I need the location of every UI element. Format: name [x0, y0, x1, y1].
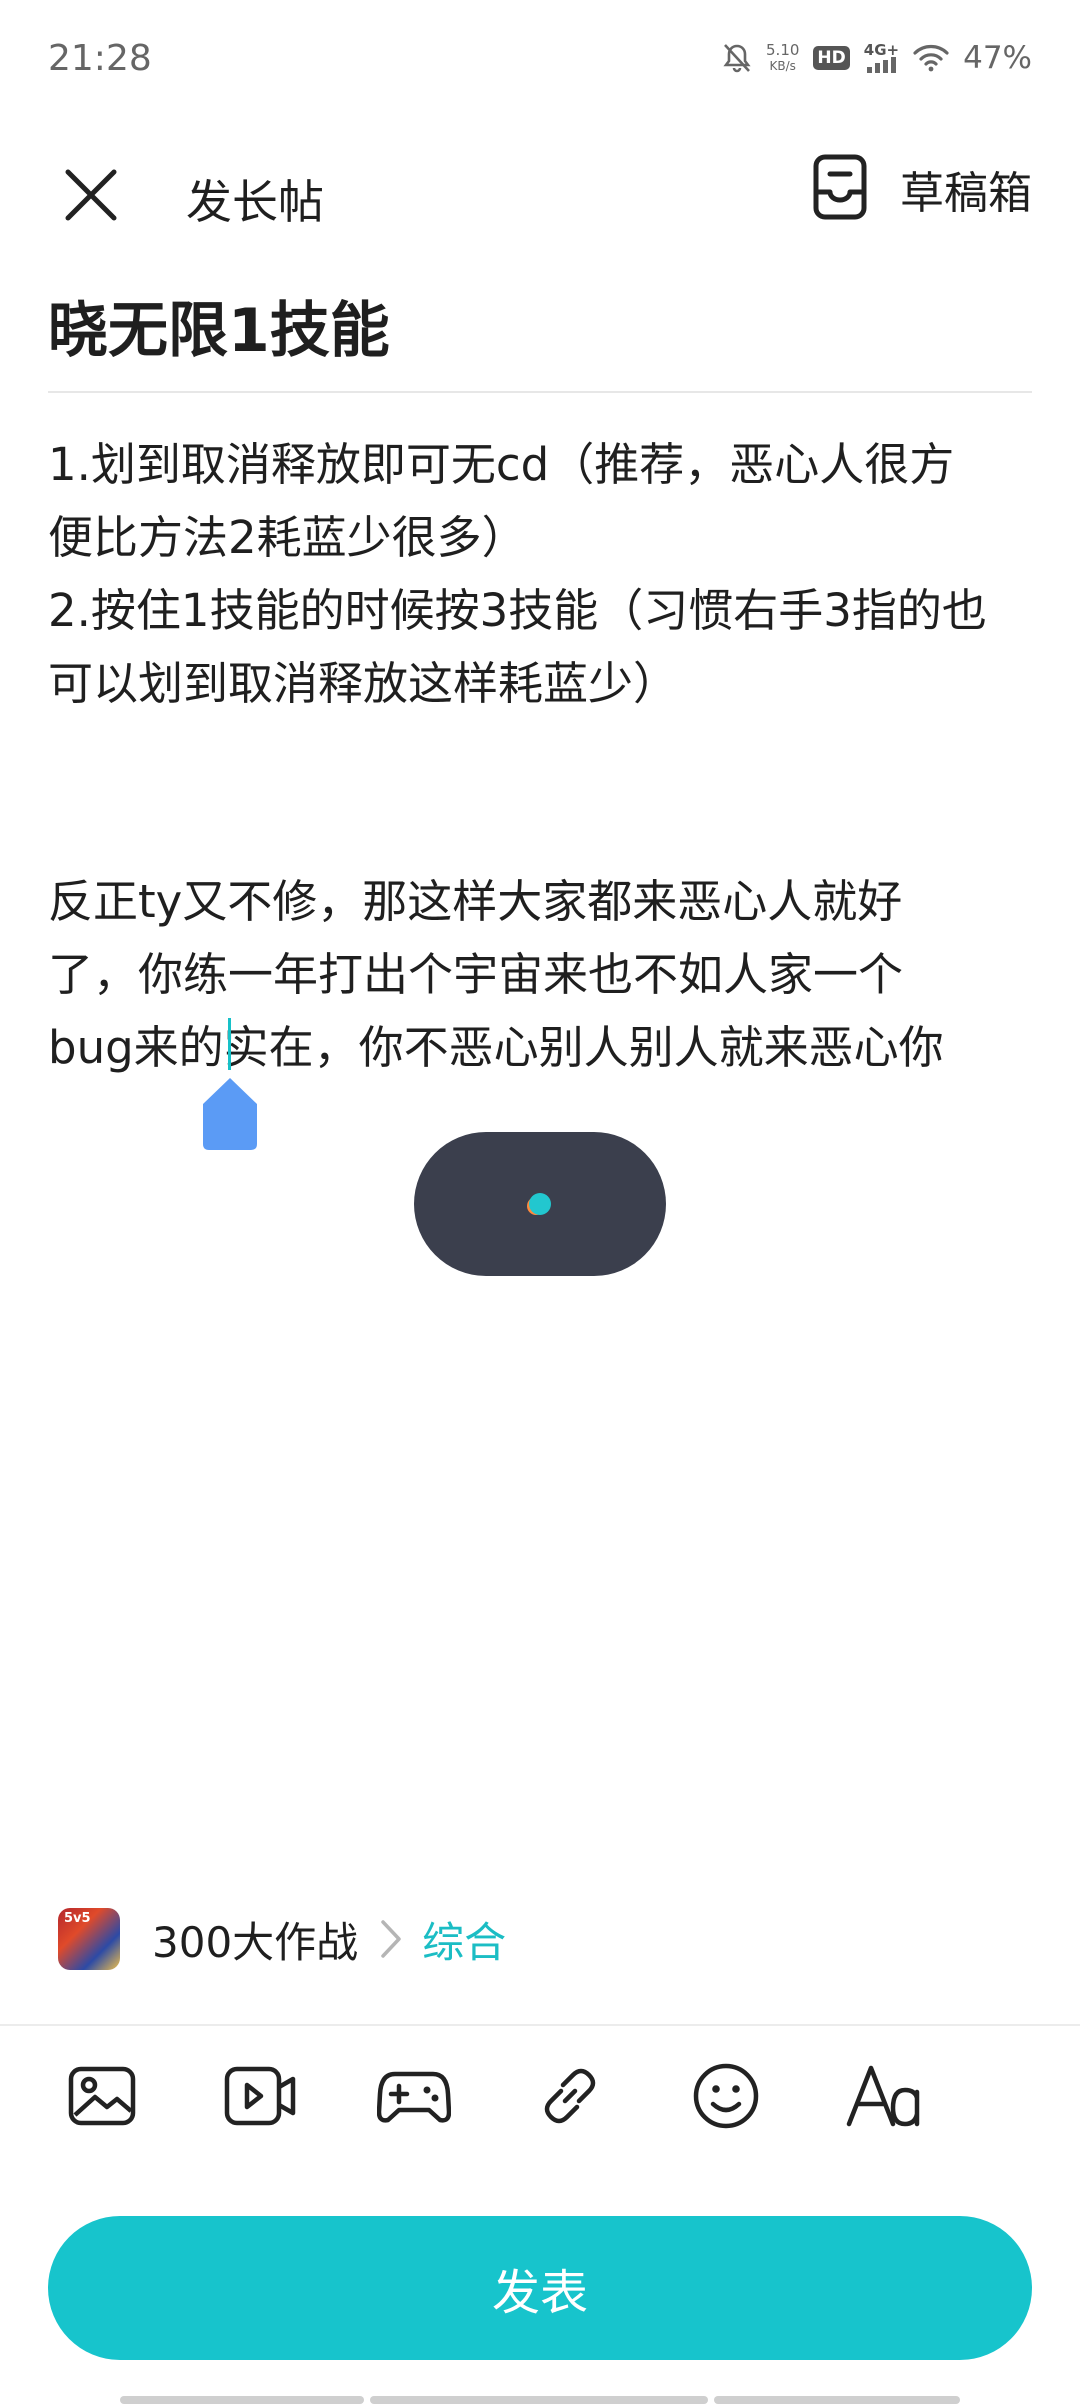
network-speed-unit: KB/s: [769, 59, 796, 73]
insert-emoji-button[interactable]: [684, 2056, 768, 2140]
text-format-button[interactable]: [842, 2056, 926, 2140]
insert-image-button[interactable]: [60, 2056, 144, 2140]
signal-label: 4G+: [863, 41, 900, 59]
publish-button[interactable]: 发表: [48, 2216, 1032, 2360]
chevron-right-icon: [380, 1919, 402, 1959]
network-speed-value: 5.10: [766, 41, 800, 59]
link-icon: [537, 2063, 603, 2133]
forum-category[interactable]: 综合: [422, 1909, 506, 1970]
battery-percentage: 47%: [963, 40, 1032, 76]
toolbar-divider: [0, 2024, 1080, 2026]
editor-toolbar: [0, 2056, 1080, 2140]
drafts-button[interactable]: 草稿箱: [810, 154, 1032, 224]
wifi-icon: [913, 44, 949, 72]
text-cursor: [228, 1018, 231, 1070]
forum-logo-text: 5v5: [64, 1911, 91, 1926]
insert-video-button[interactable]: [218, 2056, 302, 2140]
text-format-icon: [845, 2064, 923, 2132]
body-line: 反正ty又不修，那这样大家都来恶心人就好: [48, 875, 903, 928]
hd-badge: HD: [813, 46, 850, 70]
emoji-icon: [692, 2062, 760, 2134]
body-line: 1.划到取消释放即可无cd（推荐，恶心人很方: [48, 438, 955, 491]
title-divider: [48, 391, 1032, 393]
body-line: 可以划到取消释放这样耗蓝少）: [48, 657, 679, 710]
forum-logo: 5v5: [58, 1908, 120, 1970]
close-button[interactable]: [52, 158, 130, 236]
forum-name: 300大作战: [152, 1917, 359, 1967]
signal-icon: 4G+: [864, 43, 899, 73]
empty-line: [48, 720, 1038, 865]
image-icon: [67, 2065, 137, 2131]
status-icons: 5.10 KB/s HD 4G+ 47%: [722, 40, 1032, 76]
close-icon: [64, 168, 118, 226]
publish-label: 发表: [491, 2265, 588, 2321]
loading-indicator: [414, 1132, 666, 1276]
page-title: 发长帖: [186, 175, 324, 229]
cursor-handle[interactable]: [203, 1078, 257, 1150]
drafts-label: 草稿箱: [900, 168, 1032, 219]
gesture-bar: [120, 2396, 364, 2404]
network-speed: 5.10 KB/s: [766, 42, 799, 74]
forum-selector[interactable]: 5v5 300大作战 综合: [58, 1906, 506, 1972]
drafts-box-icon: [810, 154, 870, 224]
insert-link-button[interactable]: [528, 2056, 612, 2140]
body-line: 了，你练一年打出个宇宙来也不如人家一个: [48, 948, 904, 1001]
insert-game-button[interactable]: [372, 2056, 456, 2140]
gesture-bar: [714, 2396, 960, 2404]
gesture-bar: [370, 2396, 708, 2404]
mute-icon: [722, 42, 752, 74]
body-line: 2.按住1技能的时候按3技能（习惯右手3指的也: [48, 584, 987, 637]
body-line: 便比方法2耗蓝少很多）: [48, 511, 527, 564]
post-title-input[interactable]: 晓无限1技能: [48, 282, 390, 369]
body-line: bug来的实在，你不恶心别人别人就来恶心你: [48, 1021, 944, 1074]
game-icon: [376, 2066, 452, 2130]
loading-spinner-icon: [529, 1193, 551, 1215]
video-icon: [223, 2065, 297, 2131]
post-body-editor[interactable]: 1.划到取消释放即可无cd（推荐，恶心人很方 便比方法2耗蓝少很多） 2.按住1…: [48, 428, 1038, 1084]
status-time: 21:28: [48, 38, 152, 79]
